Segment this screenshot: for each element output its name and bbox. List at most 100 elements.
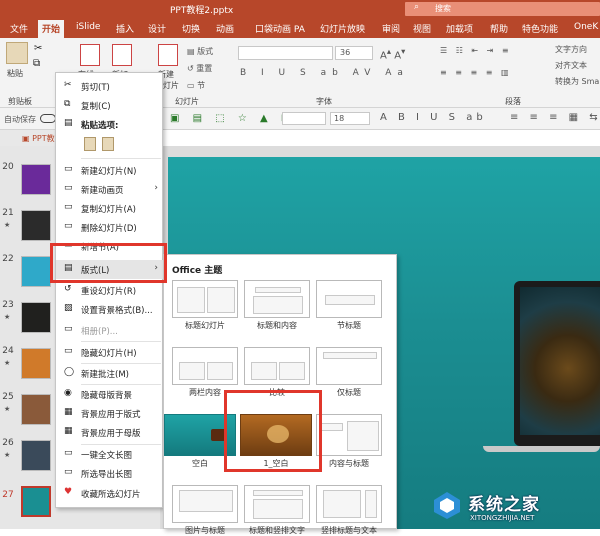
menu-item-long-image[interactable]: ▭ 一键全文长图	[56, 445, 164, 464]
layout-preview	[172, 347, 238, 385]
tab-features[interactable]: 特色功能	[522, 22, 558, 35]
layout-button-label: 版式	[197, 47, 214, 56]
tab-review[interactable]: 审阅	[382, 22, 400, 35]
menu-item-label: 粘贴选项:	[81, 121, 119, 131]
slide-number: 21	[2, 208, 14, 218]
convert-smartart-button[interactable]: 转换为 SmartArt	[555, 76, 600, 87]
list-buttons[interactable]: ☰ ☷ ⇤ ⇥ ≡	[440, 46, 512, 55]
layout-preview	[316, 347, 382, 385]
tab-islide[interactable]: iSlide	[76, 22, 100, 32]
hide-slide-icon: ▭	[64, 346, 73, 356]
menu-item-apply-bg-master[interactable]: ▦ 背景应用于母版	[56, 423, 164, 442]
layout-button[interactable]: ▤ 版式	[187, 46, 213, 57]
reset-button[interactable]: ↺ 重置	[187, 63, 212, 74]
slide-thumbnail[interactable]	[21, 394, 51, 425]
paragraph-group-label: 段落	[505, 97, 521, 106]
tab-file[interactable]: 文件	[10, 22, 28, 35]
laptop-base	[483, 446, 600, 452]
new-slide-icon: ▭	[64, 164, 73, 174]
autosave-toggle[interactable]	[40, 114, 56, 123]
animation-star-icon: ★	[4, 313, 11, 321]
paste-keep-source-icon[interactable]	[84, 137, 96, 151]
menu-item-export-long-image[interactable]: ▭ 所选导出长图	[56, 464, 164, 483]
menu-item-duplicate-slide[interactable]: ▭ 复制幻灯片(A)	[56, 199, 164, 218]
slide-number: 23	[2, 300, 14, 310]
layout-preview	[316, 414, 382, 456]
tab-onekey[interactable]: OneK	[574, 22, 598, 32]
menu-item-label: 新建动画页	[81, 186, 124, 196]
copy-icon: ⧉	[64, 99, 71, 109]
font-grow-icon[interactable]: A▴ A▾	[380, 46, 405, 61]
qat-font-dropdown[interactable]	[282, 112, 326, 125]
qat-align-icons[interactable]: ≡ ≡ ≡ ▦ ⇆	[510, 112, 600, 123]
new-slide-icon[interactable]	[158, 44, 178, 66]
paste-picture-icon[interactable]	[102, 137, 114, 151]
layout-caption: 标题和竖排文字	[249, 526, 305, 535]
tab-addins[interactable]: 加载项	[446, 22, 473, 35]
menu-item-format-background[interactable]: ▨ 设置背景格式(B)...	[56, 300, 164, 319]
font-name-dropdown[interactable]	[238, 46, 333, 60]
slide-thumbnail[interactable]	[21, 440, 51, 471]
tab-design[interactable]: 设计	[148, 22, 166, 35]
paste-label[interactable]: 粘贴	[7, 68, 23, 79]
menu-item-new-comment[interactable]: ◯ 新建批注(M)	[56, 364, 164, 383]
menu-item-hide-master-bg[interactable]: ◉ 隐藏母版背景	[56, 385, 164, 404]
search-placeholder: 搜索	[435, 4, 451, 13]
tab-home[interactable]: 开始	[38, 20, 65, 38]
font-format-buttons[interactable]: B I U S ab AV Aa	[240, 68, 409, 78]
menu-item-apply-bg-layout[interactable]: ▦ 背景应用于版式	[56, 404, 164, 423]
menu-item-new-anim-page[interactable]: ▭ 新建动画页 ›	[56, 180, 164, 199]
clipboard-group-label: 剪贴板	[8, 97, 32, 106]
menu-item-cut[interactable]: ✂ 剪切(T)	[56, 77, 164, 96]
qat-format-icons[interactable]: A B I U S ab	[380, 112, 487, 123]
layout-preview	[244, 280, 310, 318]
slide-number: 26	[2, 438, 14, 448]
watermark-logo-icon	[434, 492, 460, 519]
search-icon: ⌕	[414, 2, 420, 12]
paste-icon[interactable]	[6, 42, 28, 64]
slide-thumbnail[interactable]	[21, 210, 51, 241]
qat-size-dropdown[interactable]: 18	[330, 112, 370, 125]
slide-thumbnail-selected[interactable]	[21, 486, 51, 517]
paste-icon: ▤	[64, 118, 73, 128]
menu-item-delete-slide[interactable]: ▭ 删除幻灯片(D)	[56, 218, 164, 237]
online-template-icon[interactable]	[80, 44, 100, 66]
copy-icon[interactable]: ⧉	[33, 58, 40, 69]
slide-thumbnail[interactable]	[21, 256, 51, 287]
search-box[interactable]: ⌕ 搜索	[405, 2, 600, 16]
menu-item-label: 剪切(T)	[81, 83, 110, 93]
long-image-icon: ▭	[64, 448, 73, 458]
menu-item-new-slide[interactable]: ▭ 新建幻灯片(N)	[56, 161, 164, 180]
laptop-screen	[520, 287, 600, 435]
font-size-dropdown[interactable]: 36	[335, 46, 373, 60]
slide-thumbnail[interactable]	[21, 302, 51, 333]
menu-item-hide-slide[interactable]: ▭ 隐藏幻灯片(H)	[56, 343, 164, 362]
animation-star-icon: ★	[4, 451, 11, 459]
tab-animations[interactable]: 动画	[216, 22, 234, 35]
tab-transitions[interactable]: 切换	[182, 22, 200, 35]
slide-number: 25	[2, 392, 14, 402]
tab-help[interactable]: 帮助	[490, 22, 508, 35]
tab-slideshow[interactable]: 幻灯片放映	[320, 22, 365, 35]
slide-thumbnail[interactable]	[21, 348, 51, 379]
tab-view[interactable]: 视图	[413, 22, 431, 35]
section-button[interactable]: ▭ 节	[187, 80, 205, 91]
eye-icon: ◉	[64, 388, 72, 398]
text-direction-button[interactable]: 文字方向	[555, 44, 587, 55]
tab-pocket-animation[interactable]: 口袋动画 PA	[255, 22, 305, 35]
menu-item-collect-slide[interactable]: ♥ 收藏所选幻灯片	[56, 484, 164, 503]
menu-item-label: 隐藏幻灯片(H)	[81, 349, 137, 359]
slide-thumbnail[interactable]	[21, 164, 51, 195]
scissors-icon[interactable]: ✂	[34, 43, 42, 54]
export-icon: ▭	[64, 467, 73, 477]
layout-preview	[316, 280, 382, 318]
menu-item-reset-slide[interactable]: ↺ 重设幻灯片(R)	[56, 281, 164, 300]
menu-item-copy[interactable]: ⧉ 复制(C)	[56, 96, 164, 115]
align-buttons[interactable]: ≡ ≡ ≡ ≡ ▥	[440, 68, 512, 77]
tab-insert[interactable]: 插入	[116, 22, 134, 35]
menu-item-label: 背景应用于母版	[81, 429, 141, 439]
qat-icons[interactable]: ▣ ▤ ⬚ ☆ ▲ ⊞	[170, 113, 294, 124]
align-text-button[interactable]: 对齐文本	[555, 60, 587, 71]
animation-star-icon: ★	[4, 405, 11, 413]
new-item-icon[interactable]	[112, 44, 132, 66]
